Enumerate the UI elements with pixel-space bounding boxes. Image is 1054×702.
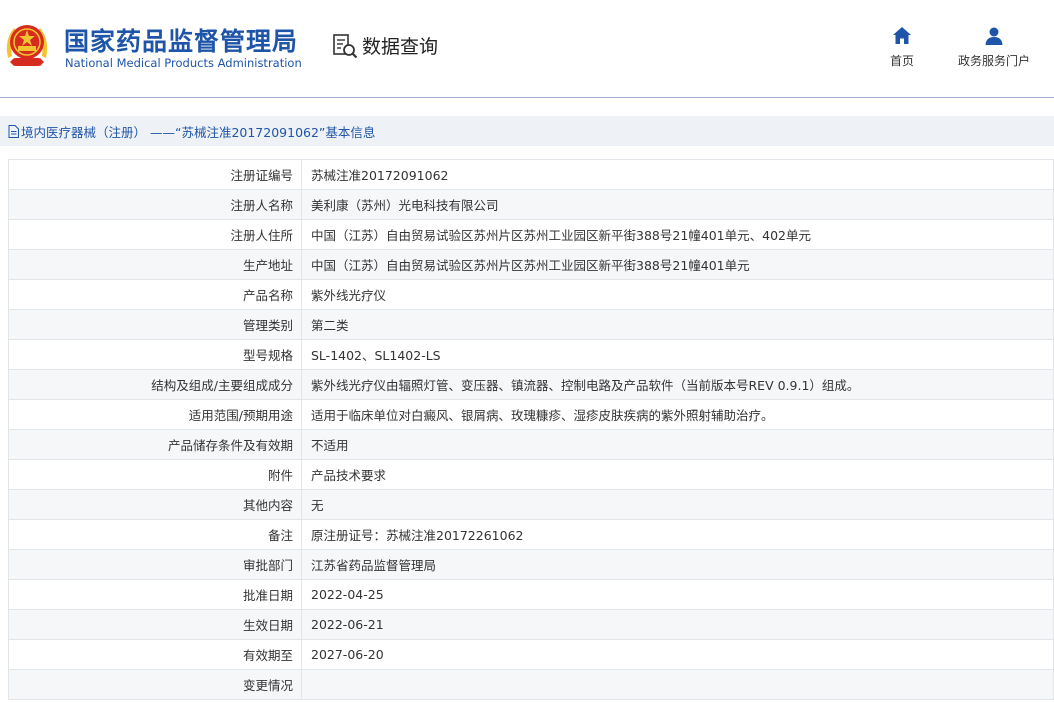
nav-home-label: 首页 bbox=[890, 54, 915, 68]
field-value: 2027-06-20 bbox=[301, 639, 1054, 670]
brand-name-en: National Medical Products Administration bbox=[65, 56, 302, 70]
field-value: 中国（江苏）自由贸易试验区苏州片区苏州工业园区新平街388号21幢401单元 bbox=[301, 249, 1054, 280]
table-row: 审批部门 江苏省药品监督管理局 bbox=[8, 549, 1054, 580]
home-icon bbox=[893, 27, 911, 44]
field-label: 附件 bbox=[8, 459, 302, 490]
field-label: 产品储存条件及有效期 bbox=[8, 429, 302, 460]
field-label: 审批部门 bbox=[8, 549, 302, 580]
field-value: 江苏省药品监督管理局 bbox=[301, 549, 1054, 580]
table-row: 注册人住所 中国（江苏）自由贸易试验区苏州片区苏州工业园区新平街388号21幢40… bbox=[8, 219, 1054, 250]
field-label: 批准日期 bbox=[8, 579, 302, 610]
field-value: 原注册证号：苏械注准20172261062 bbox=[301, 519, 1054, 550]
field-value: 适用于临床单位对白癜风、银屑病、玫瑰糠疹、湿疹皮肤疾病的紫外照射辅助治疗。 bbox=[301, 399, 1054, 430]
table-row: 产品名称 紫外线光疗仪 bbox=[8, 279, 1054, 310]
field-label: 适用范围/预期用途 bbox=[8, 399, 302, 430]
table-row: 变更情况 bbox=[8, 669, 1054, 700]
site-header: 国家药品监督管理局 National Medical Products Admi… bbox=[0, 0, 1054, 98]
field-value: 不适用 bbox=[301, 429, 1054, 460]
field-label: 注册人名称 bbox=[8, 189, 302, 220]
brand-name-cn: 国家药品监督管理局 bbox=[64, 27, 299, 56]
table-row: 注册证编号 苏械注准20172091062 bbox=[8, 159, 1054, 190]
table-row: 附件 产品技术要求 bbox=[8, 459, 1054, 490]
field-label: 有效期至 bbox=[8, 639, 302, 670]
document-icon bbox=[8, 124, 19, 138]
field-label: 变更情况 bbox=[8, 669, 302, 700]
field-value: 2022-06-21 bbox=[301, 609, 1054, 640]
table-row: 其他内容无 bbox=[8, 489, 1054, 520]
table-row: 型号规格 SL-1402、SL1402-LS bbox=[8, 339, 1054, 370]
nav-home[interactable]: 首页 bbox=[890, 26, 914, 69]
field-value: 无 bbox=[301, 489, 1054, 520]
field-value: 2022-04-25 bbox=[301, 579, 1054, 610]
national-emblem-icon bbox=[6, 25, 48, 66]
table-row: 生效日期 2022-06-21 bbox=[8, 609, 1054, 640]
table-row: 产品储存条件及有效期 不适用 bbox=[8, 429, 1054, 460]
field-label: 产品名称 bbox=[8, 279, 302, 310]
field-value: 紫外线光疗仪由辐照灯管、变压器、镇流器、控制电路及产品软件（当前版本号REV 0… bbox=[301, 369, 1054, 400]
field-label: 生产地址 bbox=[8, 249, 302, 280]
field-value: 美利康（苏州）光电科技有限公司 bbox=[301, 189, 1054, 220]
table-row: 管理类别 第二类 bbox=[8, 309, 1054, 340]
table-row: 备注 原注册证号：苏械注准20172261062 bbox=[8, 519, 1054, 550]
field-label: 生效日期 bbox=[8, 609, 302, 640]
table-row: 生产地址 中国（江苏）自由贸易试验区苏州片区苏州工业园区新平街388号21幢401… bbox=[8, 249, 1054, 280]
user-icon bbox=[985, 27, 1003, 45]
nav-gov-service-portal[interactable]: 政务服务门户 bbox=[958, 26, 1030, 69]
field-value: 苏械注准20172091062 bbox=[301, 159, 1054, 190]
field-label: 注册人住所 bbox=[8, 219, 302, 250]
field-value: 第二类 bbox=[301, 309, 1054, 340]
device-info-table: 注册证编号 苏械注准20172091062 注册人名称 美利康（苏州）光电科技有限公司… bbox=[8, 159, 1054, 700]
page-title: 境内医疗器械（注册） ——“苏械注准20172091062”基本信息 bbox=[21, 124, 376, 140]
field-label: 其他内容 bbox=[8, 489, 302, 520]
field-value: SL-1402、SL1402-LS bbox=[301, 339, 1054, 370]
data-query-label: 数据查询 bbox=[362, 36, 439, 58]
data-query-link[interactable]: 数据查询 bbox=[332, 32, 438, 59]
table-row: 适用范围/预期用途 适用于临床单位对白癜风、银屑病、玫瑰糠疹、湿疹皮肤疾病的紫外照… bbox=[8, 399, 1054, 430]
table-row: 有效期至 2027-06-20 bbox=[8, 639, 1054, 670]
field-value: 产品技术要求 bbox=[301, 459, 1054, 490]
field-label: 型号规格 bbox=[8, 339, 302, 370]
table-row: 结构及组成/主要组成成分 紫外线光疗仪由辐照灯管、变压器、镇流器、控制电路及产品软… bbox=[8, 369, 1054, 400]
document-search-icon bbox=[333, 33, 358, 58]
header-divider bbox=[0, 97, 1054, 98]
field-value: 中国（江苏）自由贸易试验区苏州片区苏州工业园区新平街388号21幢401单元、4… bbox=[301, 219, 1054, 250]
table-row: 注册人名称 美利康（苏州）光电科技有限公司 bbox=[8, 189, 1054, 220]
field-label: 注册证编号 bbox=[8, 159, 302, 190]
field-label: 结构及组成/主要组成成分 bbox=[8, 369, 302, 400]
field-label: 备注 bbox=[8, 519, 302, 550]
nav-gov-service-label: 政务服务门户 bbox=[958, 54, 1031, 68]
field-value: 紫外线光疗仪 bbox=[301, 279, 1054, 310]
field-value bbox=[301, 669, 1054, 700]
page-title-bar: 境内医疗器械（注册） ——“苏械注准20172091062”基本信息 bbox=[0, 116, 1054, 146]
table-row: 批准日期 2022-04-25 bbox=[8, 579, 1054, 610]
field-label: 管理类别 bbox=[8, 309, 302, 340]
